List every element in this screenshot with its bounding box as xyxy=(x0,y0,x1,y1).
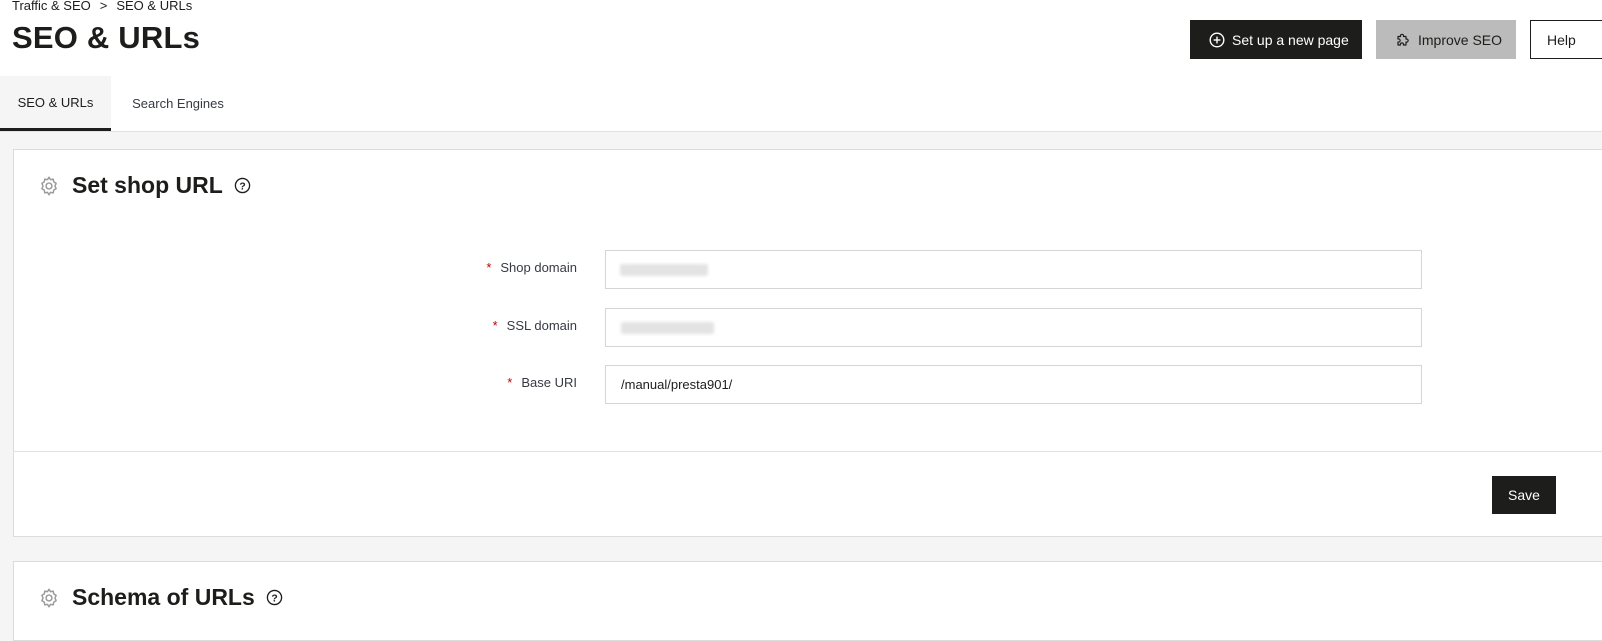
ssl-domain-field[interactable] xyxy=(605,308,1422,347)
improve-seo-label: Improve SEO xyxy=(1418,31,1503,48)
shop-domain-field[interactable] xyxy=(605,250,1422,289)
add-circle-icon xyxy=(1209,31,1225,48)
base-uri-label: * Base URI xyxy=(507,375,577,390)
ssl-domain-label-text: SSL domain xyxy=(506,318,577,333)
shop-domain-label: * Shop domain xyxy=(486,260,577,275)
improve-seo-button[interactable]: Improve SEO xyxy=(1376,20,1516,59)
panel-heading: Set shop URL ? xyxy=(38,172,251,199)
set-shop-url-panel: Set shop URL ? * Shop domain * SSL domain … xyxy=(13,149,1602,537)
page-header: Traffic & SEO > SEO & URLs SEO & URLs Set … xyxy=(0,0,1602,77)
panel-heading: Schema of URLs ? xyxy=(38,584,283,611)
ssl-domain-label: * SSL domain xyxy=(493,318,577,333)
base-uri-label-text: Base URI xyxy=(521,375,577,390)
shop-domain-label-text: Shop domain xyxy=(500,260,577,275)
help-button[interactable]: Help xyxy=(1530,20,1602,59)
panel-title: Set shop URL xyxy=(72,172,223,198)
tab-search-engines[interactable]: Search Engines xyxy=(111,76,245,131)
page-title: SEO & URLs xyxy=(12,20,201,55)
gear-icon xyxy=(41,176,57,195)
required-marker: * xyxy=(486,260,492,275)
puzzle-icon xyxy=(1397,33,1409,46)
help-circle-icon[interactable]: ? xyxy=(266,589,283,606)
required-marker: * xyxy=(492,318,498,333)
redacted-value xyxy=(621,322,714,334)
help-label: Help xyxy=(1547,31,1576,48)
svg-text:?: ? xyxy=(271,593,277,604)
gear-icon xyxy=(41,588,57,607)
breadcrumb-parent-link[interactable]: Traffic & SEO xyxy=(12,0,91,13)
panel-footer: Save xyxy=(14,451,1602,538)
tab-seo-urls[interactable]: SEO & URLs xyxy=(0,76,111,131)
shop-domain-row: * Shop domain xyxy=(14,250,1602,290)
svg-text:?: ? xyxy=(239,181,245,192)
set-up-new-page-label: Set up a new page xyxy=(1232,31,1349,48)
redacted-value xyxy=(620,264,708,276)
save-button[interactable]: Save xyxy=(1492,476,1556,514)
ssl-domain-row: * SSL domain xyxy=(14,308,1602,348)
required-marker: * xyxy=(507,375,513,390)
panel-title: Schema of URLs xyxy=(72,584,255,610)
breadcrumb-separator: > xyxy=(99,0,108,13)
breadcrumb: Traffic & SEO > SEO & URLs xyxy=(12,0,192,13)
base-uri-input[interactable] xyxy=(605,365,1422,404)
help-circle-icon[interactable]: ? xyxy=(234,177,251,194)
set-up-new-page-button[interactable]: Set up a new page xyxy=(1190,20,1362,59)
breadcrumb-current: SEO & URLs xyxy=(116,0,193,13)
tab-bar: SEO & URLs Search Engines xyxy=(0,76,1602,132)
schema-of-urls-panel: Schema of URLs ? xyxy=(13,561,1602,641)
base-uri-row: * Base URI xyxy=(14,365,1602,405)
